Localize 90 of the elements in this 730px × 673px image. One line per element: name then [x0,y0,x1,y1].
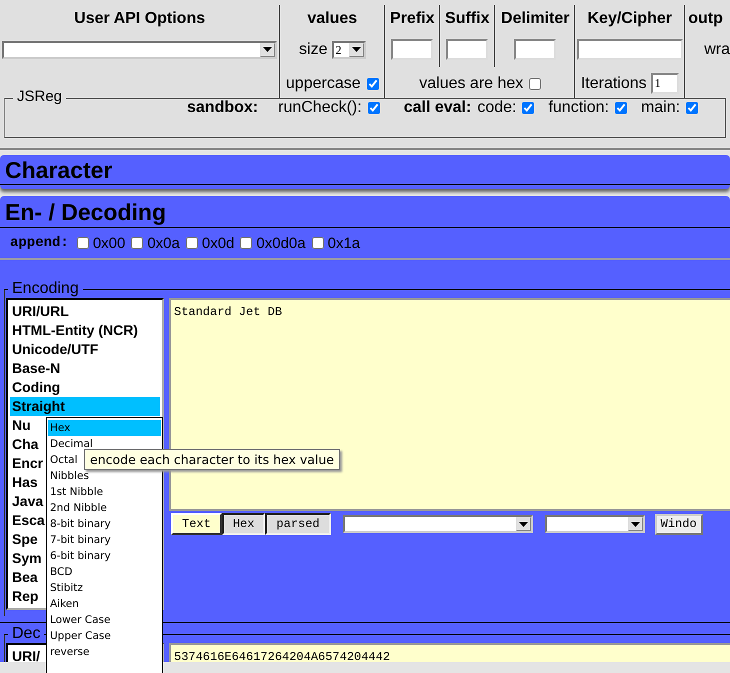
column-heading: values [307,10,358,28]
iterations-label: Iterations [580,74,647,92]
column-heading: Delimiter [501,10,570,28]
uppercase-label: uppercase [286,74,361,92]
category-item[interactable]: Esca [10,511,45,530]
option-label: 0x1a [328,234,360,252]
text-field[interactable] [446,39,488,60]
category-item[interactable]: Straight [10,397,160,416]
format-dropdown[interactable] [544,515,645,533]
option-label: 0x0d [202,234,234,252]
option-label: main: [640,99,680,117]
mode-dropdown[interactable] [342,515,533,533]
menu-item[interactable]: reverse [48,644,161,660]
option-label: 0x0a [147,234,180,252]
view-tab[interactable]: Hex [222,513,266,535]
menu-item[interactable]: Aiken [48,596,161,612]
view-tab[interactable]: parsed [265,513,331,535]
group-label: call eval: [404,99,472,117]
category-item[interactable]: Cha [10,435,38,454]
option-label: code: [477,99,516,117]
checkbox[interactable] [614,102,627,114]
option-label: 0x0d0a [256,234,306,252]
category-item[interactable]: Unicode/UTF [10,340,98,359]
category-item[interactable]: Has [10,473,38,492]
append-label: append: [10,235,69,251]
category-item[interactable]: Rep [10,587,38,606]
wrap-label: wra [704,40,730,58]
category-item[interactable]: Java [10,492,44,511]
category-item[interactable]: URI/ [10,647,40,662]
checkbox[interactable] [368,102,380,114]
checkbox[interactable] [76,237,89,249]
category-item[interactable]: Coding [10,378,60,397]
menu-item[interactable]: 1st Nibble [48,484,161,500]
checkbox[interactable] [186,237,198,249]
category-item[interactable]: HTML-Entity (NCR) [10,321,138,340]
menu-item[interactable]: Hex [48,420,161,436]
group-legend: Dec [8,625,44,643]
dropdown-arrow-icon[interactable] [352,47,360,52]
menu-item[interactable]: Lower Case [48,612,161,628]
menu-item[interactable]: Decimal [48,436,161,452]
category-item[interactable]: Bea [10,568,38,587]
category-item[interactable]: Sym [10,549,42,568]
menu-item[interactable]: Upper Case [48,628,161,644]
api-options-dropdown[interactable] [2,40,278,58]
menu-item[interactable]: 7-bit binary [48,532,161,548]
column-heading: User API Options [74,10,206,28]
menu-item[interactable]: 8-bit binary [48,516,161,532]
category-item[interactable]: Spe [10,530,38,549]
view-tab[interactable]: Text [171,513,222,535]
checkbox[interactable] [240,237,252,249]
column-heading: outp [688,10,723,28]
checkbox[interactable] [686,102,698,114]
checkbox[interactable] [522,102,534,114]
menu-item[interactable]: BCD [48,564,161,580]
text-field[interactable] [514,39,556,60]
menu-item[interactable]: 2nd Nibble [48,500,161,516]
column-heading: Key/Cipher [588,10,672,28]
category-item[interactable]: Encr [10,454,44,473]
category-item[interactable]: URI/URL [10,302,69,321]
checkbox[interactable] [131,237,144,249]
group-label: sandbox: [187,99,258,117]
section-title: Character [0,155,730,185]
group-legend: JSReg [13,88,66,105]
column-heading: Suffix [445,10,490,28]
menu-item[interactable]: 6-bit binary [48,548,161,564]
size-label: size [299,40,328,58]
dropdown-arrow-icon[interactable] [263,47,272,52]
tooltip: encode each character to its hex value [84,449,340,470]
category-item[interactable]: Base-N [10,359,60,378]
size-dropdown[interactable]: 2 [332,40,366,58]
dropdown-arrow-icon[interactable] [518,522,528,526]
iterations-field[interactable]: 1 [650,73,679,94]
text-field[interactable] [391,39,434,60]
option-label: runCheck(): [278,99,362,117]
category-item[interactable]: Nu [10,416,31,435]
option-label: function: [548,99,609,117]
menu-item[interactable]: Nibbles [48,468,161,484]
option-label: 0x00 [92,234,126,252]
checkbox[interactable] [529,78,542,90]
column-heading: Prefix [390,10,434,28]
group-legend: Encoding [8,280,83,298]
checkbox[interactable] [366,78,379,90]
checkbox[interactable] [312,237,324,249]
dropdown-arrow-icon[interactable] [630,522,640,526]
hex-option-label: values are hex [419,74,524,92]
section-title: En- / Decoding [0,196,730,228]
menu-item[interactable]: Stibitz [48,580,161,596]
key-field[interactable] [576,39,683,60]
text-area[interactable]: 5374616E64617264204A6574204442 [169,643,730,662]
window-button[interactable]: Windo [654,514,703,534]
